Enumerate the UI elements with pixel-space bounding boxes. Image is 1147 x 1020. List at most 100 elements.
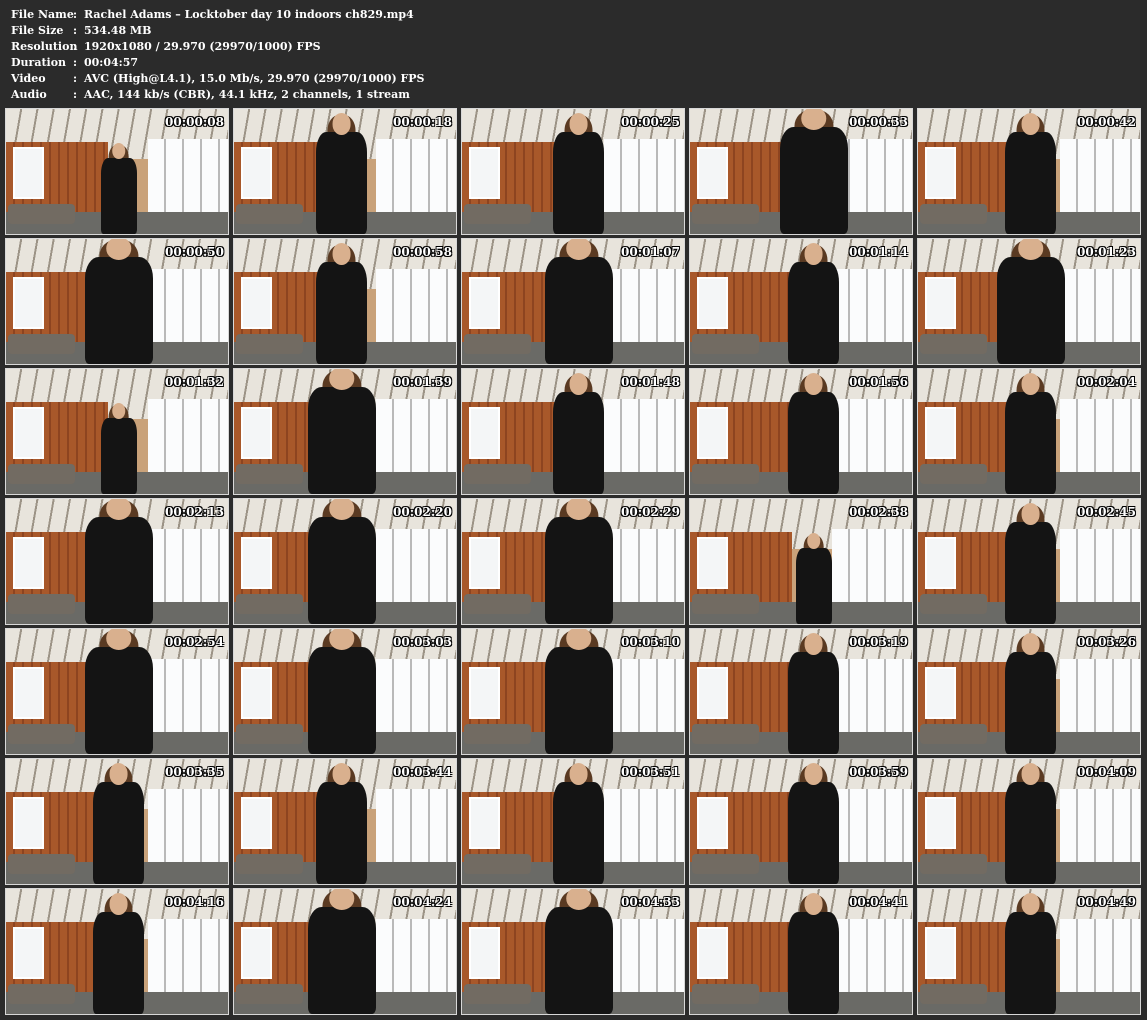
thumbnail: 00:03:44 [233, 758, 457, 885]
scene-win-r [148, 789, 228, 864]
info-separator: : [73, 8, 78, 21]
file-info-panel: File Name: Rachel Adams – Locktober day 1… [11, 7, 425, 103]
thumbnail-timestamp: 00:01:23 [1077, 245, 1136, 259]
figure-head [1021, 113, 1040, 135]
scene-sofa [8, 464, 75, 484]
scene-sofa [464, 334, 531, 354]
scene-win-r [604, 399, 684, 474]
info-separator: : [73, 72, 78, 85]
thumbnail-timestamp: 00:01:48 [621, 375, 680, 389]
scene-win-r [604, 139, 684, 214]
figure-body [93, 912, 144, 1014]
figure-head [332, 113, 351, 135]
figure-head [328, 889, 355, 910]
scene-win-r [148, 399, 228, 474]
scene-sofa [8, 334, 75, 354]
thumbnail: 00:01:23 [917, 238, 1141, 365]
thumbnail-timestamp: 00:01:14 [849, 245, 908, 259]
figure-body [307, 387, 376, 494]
scene-sofa [920, 984, 987, 1004]
figure-head [1021, 763, 1040, 785]
figure-body [1005, 652, 1056, 754]
scene-sofa [464, 464, 531, 484]
scene-win-l [240, 146, 272, 199]
scene-win-l [240, 276, 272, 329]
scene-sofa [692, 854, 759, 874]
figure-head [328, 629, 355, 650]
figure-body [316, 782, 367, 884]
scene-sofa [236, 334, 303, 354]
person-figure [547, 113, 610, 234]
scene-sofa [236, 724, 303, 744]
person-figure [782, 243, 845, 364]
thumbnail: 00:03:51 [461, 758, 685, 885]
scene-win-r [376, 789, 456, 864]
figure-body [1005, 782, 1056, 884]
scene-win-l [468, 536, 500, 589]
scene-win-l [924, 406, 956, 459]
scene-sofa [464, 594, 531, 614]
person-figure [547, 763, 610, 884]
figure-body [316, 262, 367, 364]
figure-head [109, 763, 128, 785]
figure-head [1021, 893, 1040, 915]
scene-sofa [236, 854, 303, 874]
figure-head [565, 499, 592, 520]
person-figure [999, 633, 1062, 754]
person-figure [299, 889, 384, 1014]
thumbnail: 00:01:39 [233, 368, 457, 495]
figure-body [307, 517, 376, 624]
thumbnail-grid: 00:00:08 00:00:18 00:00:25 00:00:33 00:00:42… [5, 108, 1142, 1015]
figure-head [328, 369, 355, 390]
info-key: File Name [11, 8, 74, 21]
scene-win-r [1060, 399, 1140, 474]
thumbnail-timestamp: 00:03:19 [849, 635, 908, 649]
scene-win-l [696, 406, 728, 459]
thumbnail-timestamp: 00:01:32 [165, 375, 224, 389]
scene-win-l [12, 146, 44, 199]
thumbnail: 00:03:03 [233, 628, 457, 755]
scene-win-l [12, 926, 44, 979]
figure-head [569, 113, 588, 135]
figure-body [1005, 392, 1056, 494]
figure-head [332, 763, 351, 785]
thumbnail: 00:03:19 [689, 628, 913, 755]
scene-sofa [692, 204, 759, 224]
info-row: File Size:534.48 MB [11, 23, 425, 39]
person-figure [76, 629, 161, 754]
scene-win-l [12, 536, 44, 589]
person-figure [771, 109, 856, 234]
thumbnail: 00:02:04 [917, 368, 1141, 495]
thumbnail: 00:04:49 [917, 888, 1141, 1015]
thumbnail: 00:02:45 [917, 498, 1141, 625]
scene-win-r [376, 529, 456, 604]
scene-sofa [920, 204, 987, 224]
scene-win-l [468, 146, 500, 199]
thumbnail: 00:04:16 [5, 888, 229, 1015]
thumbnail-timestamp: 00:00:50 [165, 245, 224, 259]
thumbnail-timestamp: 00:02:29 [621, 505, 680, 519]
info-row: Duration:00:04:57 [11, 55, 425, 71]
figure-body [316, 132, 367, 234]
person-figure [310, 243, 373, 364]
scene-sofa [920, 594, 987, 614]
scene-win-r [148, 139, 228, 214]
figure-body [795, 547, 832, 624]
thumbnail-timestamp: 00:03:26 [1077, 635, 1136, 649]
thumbnail: 00:03:59 [689, 758, 913, 885]
info-separator: : [73, 56, 78, 69]
thumbnail: 00:00:33 [689, 108, 913, 235]
scene-sofa [464, 724, 531, 744]
thumbnail: 00:03:10 [461, 628, 685, 755]
figure-body [788, 262, 839, 364]
figure-head [328, 499, 355, 520]
figure-body [996, 257, 1065, 364]
scene-win-l [240, 406, 272, 459]
scene-win-r [376, 659, 456, 734]
scene-sofa [8, 854, 75, 874]
person-figure [310, 763, 373, 884]
person-figure [299, 499, 384, 624]
scene-win-l [468, 406, 500, 459]
figure-body [544, 517, 613, 624]
scene-win-l [240, 926, 272, 979]
